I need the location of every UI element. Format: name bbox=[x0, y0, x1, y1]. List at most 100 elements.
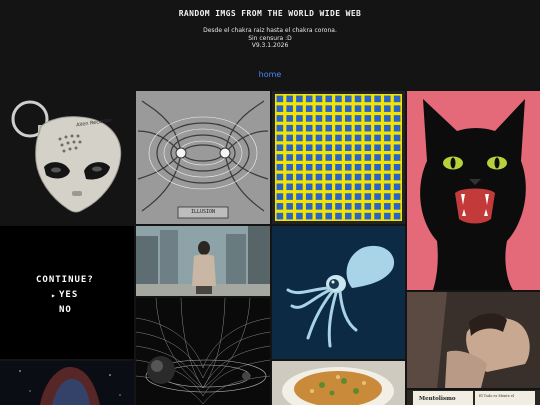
image-tile-field-illusion[interactable]: ILLUSION bbox=[136, 91, 270, 224]
checker-cell bbox=[384, 173, 391, 181]
checker-cell bbox=[364, 105, 372, 112]
checker-cell bbox=[296, 183, 303, 191]
checker-cell bbox=[344, 95, 352, 103]
home-link[interactable]: home bbox=[0, 70, 540, 79]
checker-cell bbox=[315, 124, 323, 132]
site-tagline: Desde el chakra raiz hasta el chakra cor… bbox=[0, 27, 540, 50]
checker-cell bbox=[325, 144, 333, 152]
checker-cell bbox=[374, 95, 381, 103]
checker-cell bbox=[384, 115, 391, 122]
checker-cell bbox=[384, 95, 391, 103]
checker-cell bbox=[325, 212, 333, 220]
checker-cell bbox=[393, 173, 401, 181]
image-tile-nebula[interactable] bbox=[0, 361, 134, 405]
checker-cell bbox=[335, 124, 342, 132]
checker-cell bbox=[364, 95, 372, 103]
checker-cell bbox=[364, 193, 372, 200]
checker-cell bbox=[276, 95, 284, 103]
illusion-caption: ILLUSION bbox=[190, 209, 216, 215]
checker-cell bbox=[374, 163, 381, 171]
checker-cell bbox=[393, 105, 401, 112]
checker-cell bbox=[296, 163, 303, 171]
checker-cell bbox=[344, 144, 352, 152]
checker-cell bbox=[354, 105, 362, 112]
checker-cell bbox=[276, 115, 284, 122]
checker-cell bbox=[296, 154, 303, 161]
checker-cell bbox=[305, 124, 313, 132]
checker-cell bbox=[393, 193, 401, 200]
checker-cell bbox=[286, 134, 293, 142]
checker-cell bbox=[286, 212, 293, 220]
image-tile-squid[interactable] bbox=[272, 226, 405, 359]
checker-cell bbox=[344, 193, 352, 200]
checker-cell bbox=[315, 105, 323, 112]
continue-yes-option: YES bbox=[59, 290, 79, 300]
checker-cell bbox=[384, 124, 391, 132]
checker-cell bbox=[325, 163, 333, 171]
checker-cell bbox=[296, 193, 303, 200]
checker-cell bbox=[354, 144, 362, 152]
checker-cell bbox=[325, 193, 333, 200]
checker-cell bbox=[276, 163, 284, 171]
checker-cell bbox=[305, 173, 313, 181]
checker-cell bbox=[335, 212, 342, 220]
checker-cell bbox=[276, 134, 284, 142]
image-tile-book-pages[interactable]: Mentolismo El Todo es Mente el bbox=[407, 390, 540, 405]
checker-cell bbox=[286, 115, 293, 122]
image-tile-checker-illusion[interactable] bbox=[272, 91, 405, 224]
checker-cell bbox=[354, 115, 362, 122]
checker-cell bbox=[374, 154, 381, 161]
image-tile-noodle-dish[interactable] bbox=[272, 361, 405, 405]
checker-cell bbox=[296, 105, 303, 112]
checker-cell bbox=[384, 163, 391, 171]
checker-cell bbox=[374, 193, 381, 200]
image-tile-alien-recorder[interactable]: Alien Recorder bbox=[0, 91, 134, 224]
checker-cell bbox=[393, 154, 401, 161]
checker-cell bbox=[374, 173, 381, 181]
image-tile-portrait[interactable] bbox=[407, 292, 540, 388]
checker-cell bbox=[315, 173, 323, 181]
checker-cell bbox=[315, 115, 323, 122]
checker-cell bbox=[325, 183, 333, 191]
checker-cell bbox=[305, 203, 313, 210]
checker-cell bbox=[384, 105, 391, 112]
checker-cell bbox=[344, 173, 352, 181]
checker-cell bbox=[344, 115, 352, 122]
checker-cell bbox=[335, 173, 342, 181]
checker-cell bbox=[315, 203, 323, 210]
image-tile-continue-screen[interactable]: CONTINUE? ▸ YES NO bbox=[0, 226, 134, 359]
checker-cell bbox=[276, 203, 284, 210]
checker-cell bbox=[305, 115, 313, 122]
checker-cell bbox=[315, 163, 323, 171]
image-tile-spacetime-grid[interactable] bbox=[136, 298, 270, 405]
checker-cell bbox=[374, 212, 381, 220]
checker-cell bbox=[305, 193, 313, 200]
checker-cell bbox=[305, 95, 313, 103]
checker-cell bbox=[286, 163, 293, 171]
checker-cell bbox=[286, 105, 293, 112]
version-label: V9.3.1.2026 bbox=[251, 42, 289, 49]
checker-cell bbox=[354, 134, 362, 142]
checker-cell bbox=[354, 154, 362, 161]
checker-cell bbox=[344, 105, 352, 112]
checker-cell bbox=[384, 183, 391, 191]
checker-cell bbox=[325, 95, 333, 103]
checker-cell bbox=[315, 212, 323, 220]
image-tile-black-cat[interactable] bbox=[407, 91, 540, 290]
checker-cell bbox=[276, 124, 284, 132]
checker-cell bbox=[354, 203, 362, 210]
checker-cell bbox=[325, 134, 333, 142]
checker-cell bbox=[374, 203, 381, 210]
checker-cell bbox=[344, 163, 352, 171]
checker-cell bbox=[384, 144, 391, 152]
checker-cell bbox=[364, 183, 372, 191]
checker-cell bbox=[344, 124, 352, 132]
checker-cell bbox=[364, 212, 372, 220]
checker-cell bbox=[296, 134, 303, 142]
checker-cell bbox=[344, 134, 352, 142]
image-tile-city-figure[interactable] bbox=[136, 226, 270, 296]
checker-cell bbox=[364, 134, 372, 142]
checker-cell bbox=[325, 115, 333, 122]
checker-cell bbox=[286, 173, 293, 181]
checker-cell bbox=[393, 203, 401, 210]
